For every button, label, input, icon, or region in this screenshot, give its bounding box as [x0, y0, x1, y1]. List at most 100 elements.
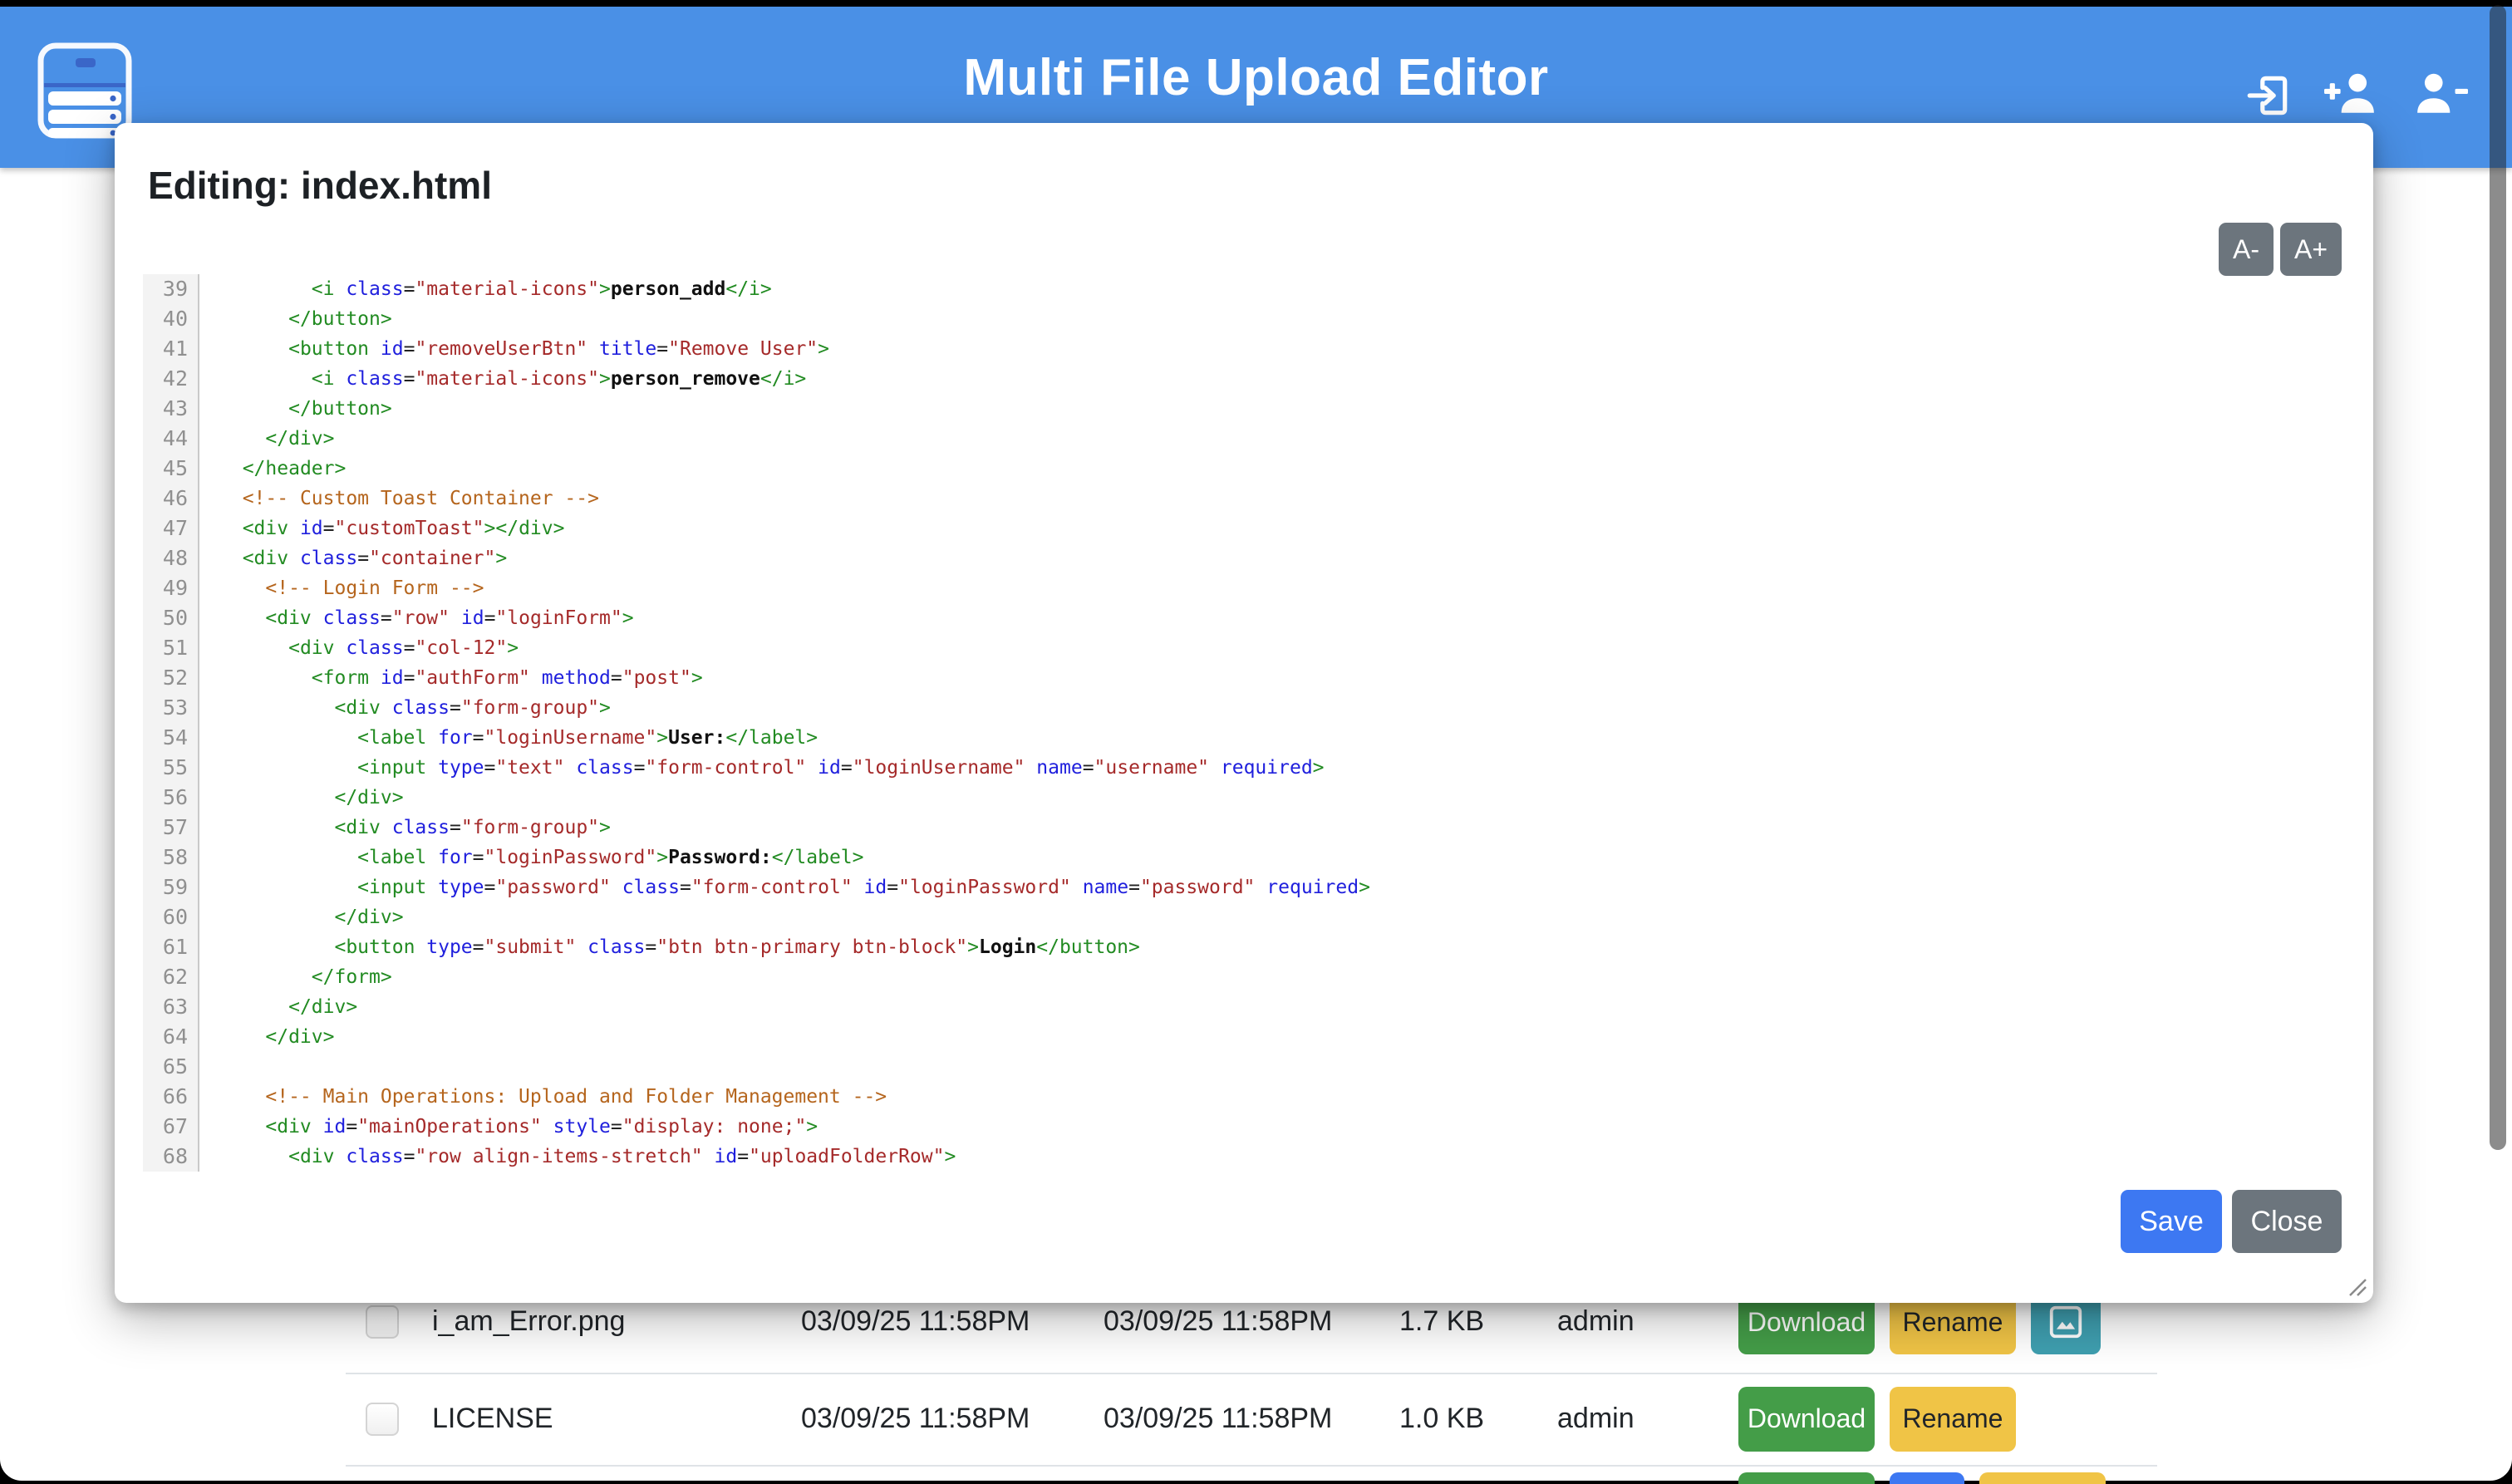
code-line: 48 <div class="container">	[143, 543, 2345, 573]
code-line-text: <div class="container">	[199, 543, 507, 573]
screen: i_am_Error.png03/09/25 11:58PM03/09/25 1…	[0, 0, 2512, 1484]
code-line: 62 </form>	[143, 962, 2345, 992]
line-number: 52	[143, 663, 199, 693]
file-name: LICENSE	[432, 1403, 553, 1435]
code-line-text: <div id="customToast"></div>	[199, 514, 564, 543]
line-number: 54	[143, 723, 199, 753]
code-line-text: <button type="submit" class="btn btn-pri…	[199, 932, 1140, 962]
edit-button[interactable]	[1890, 1472, 1964, 1484]
person-add-icon[interactable]	[2323, 71, 2378, 119]
code-line-text: </header>	[199, 454, 346, 484]
rename-button[interactable]: Rename	[1890, 1387, 2016, 1452]
code-line-text: <i class="material-icons">person_add</i>	[199, 274, 772, 304]
edit-file-modal: Editing: index.html A- A+ 39 <i class="m…	[115, 123, 2373, 1303]
person-remove-icon[interactable]	[2413, 71, 2468, 119]
close-button[interactable]: Close	[2232, 1190, 2342, 1253]
line-number: 65	[143, 1052, 199, 1082]
line-number: 49	[143, 573, 199, 603]
code-line-text: <button id="removeUserBtn" title="Remove…	[199, 334, 829, 364]
code-line-text: </button>	[199, 304, 392, 334]
file-owner: admin	[1557, 1403, 1635, 1435]
code-line: 54 <label for="loginUsername">User:</lab…	[143, 723, 2345, 753]
code-line-text	[199, 1052, 219, 1082]
code-line-text: <div class="form-group">	[199, 693, 611, 723]
table-row: README.md03/10/25 12:56AM03/09/25 11:58P…	[346, 1465, 2157, 1484]
line-number: 42	[143, 364, 199, 394]
table-row: LICENSE03/09/25 11:58PM03/09/25 11:58PM1…	[346, 1373, 2157, 1467]
line-number: 63	[143, 992, 199, 1022]
rename-button[interactable]: Rename	[1979, 1472, 2106, 1484]
code-line-text: <div id="mainOperations" style="display:…	[199, 1112, 818, 1142]
code-line: 49 <!-- Login Form -->	[143, 573, 2345, 603]
code-line: 60 </div>	[143, 902, 2345, 932]
line-number: 59	[143, 872, 199, 902]
code-line-text: </div>	[199, 424, 334, 454]
row-checkbox[interactable]	[366, 1403, 399, 1436]
code-line-text: <!-- Login Form -->	[199, 573, 484, 603]
line-number: 51	[143, 633, 199, 663]
code-line-text: <div class="col-12">	[199, 633, 519, 663]
modal-resize-handle[interactable]	[2345, 1275, 2367, 1296]
code-line-text: <div class="form-group">	[199, 813, 611, 843]
code-line: 65	[143, 1052, 2345, 1082]
font-increase-button[interactable]: A+	[2280, 223, 2342, 276]
code-line-text: <!-- Main Operations: Upload and Folder …	[199, 1082, 887, 1112]
line-number: 58	[143, 843, 199, 872]
code-line: 59 <input type="password" class="form-co…	[143, 872, 2345, 902]
code-line: 57 <div class="form-group">	[143, 813, 2345, 843]
created-date: 03/09/25 11:58PM	[1104, 1403, 1332, 1435]
code-line-text: <form id="authForm" method="post">	[199, 663, 703, 693]
modified-date: 03/09/25 11:58PM	[801, 1305, 1030, 1338]
code-line: 55 <input type="text" class="form-contro…	[143, 753, 2345, 783]
code-line: 51 <div class="col-12">	[143, 633, 2345, 663]
code-line: 61 <button type="submit" class="btn btn-…	[143, 932, 2345, 962]
code-line: 44 </div>	[143, 424, 2345, 454]
code-line: 53 <div class="form-group">	[143, 693, 2345, 723]
modal-title: Editing: index.html	[148, 163, 492, 208]
code-line: 45 </header>	[143, 454, 2345, 484]
line-number: 48	[143, 543, 199, 573]
code-line: 46 <!-- Custom Toast Container -->	[143, 484, 2345, 514]
code-line: 64 </div>	[143, 1022, 2345, 1052]
code-line-text: <div class="row" id="loginForm">	[199, 603, 634, 633]
font-decrease-button[interactable]: A-	[2219, 223, 2274, 276]
code-editor[interactable]: 39 <i class="material-icons">person_add<…	[143, 274, 2345, 1173]
code-line-text: <i class="material-icons">person_remove<…	[199, 364, 806, 394]
save-button[interactable]: Save	[2121, 1190, 2222, 1253]
line-number: 56	[143, 783, 199, 813]
login-icon[interactable]	[2244, 71, 2292, 124]
line-number: 57	[143, 813, 199, 843]
code-line-text: </div>	[199, 992, 357, 1022]
download-button[interactable]: Download	[1738, 1387, 1875, 1452]
code-line: 56 </div>	[143, 783, 2345, 813]
modified-date: 03/09/25 11:58PM	[801, 1403, 1030, 1435]
code-line: 52 <form id="authForm" method="post">	[143, 663, 2345, 693]
page-scrollbar-thumb[interactable]	[2490, 5, 2506, 1150]
line-number: 40	[143, 304, 199, 334]
code-line: 40 </button>	[143, 304, 2345, 334]
line-number: 64	[143, 1022, 199, 1052]
code-line-text: <!-- Custom Toast Container -->	[199, 484, 599, 514]
code-line: 50 <div class="row" id="loginForm">	[143, 603, 2345, 633]
line-number: 46	[143, 484, 199, 514]
code-line-text: </div>	[199, 1022, 334, 1052]
line-number: 39	[143, 274, 199, 304]
code-line-text: </button>	[199, 394, 392, 424]
download-button[interactable]: Download	[1738, 1472, 1875, 1484]
code-line: 63 </div>	[143, 992, 2345, 1022]
code-line: 66 <!-- Main Operations: Upload and Fold…	[143, 1082, 2345, 1112]
line-number: 44	[143, 424, 199, 454]
code-line: 43 </button>	[143, 394, 2345, 424]
line-number: 61	[143, 932, 199, 962]
line-number: 43	[143, 394, 199, 424]
row-actions: Download Rename	[1738, 1472, 2106, 1484]
code-line: 68 <div class="row align-items-stretch" …	[143, 1142, 2345, 1172]
code-line: 47 <div id="customToast"></div>	[143, 514, 2345, 543]
code-line: 67 <div id="mainOperations" style="displ…	[143, 1112, 2345, 1142]
row-checkbox[interactable]	[366, 1305, 399, 1339]
code-line-text: </div>	[199, 783, 404, 813]
line-number: 47	[143, 514, 199, 543]
line-number: 53	[143, 693, 199, 723]
line-number: 60	[143, 902, 199, 932]
line-number: 41	[143, 334, 199, 364]
